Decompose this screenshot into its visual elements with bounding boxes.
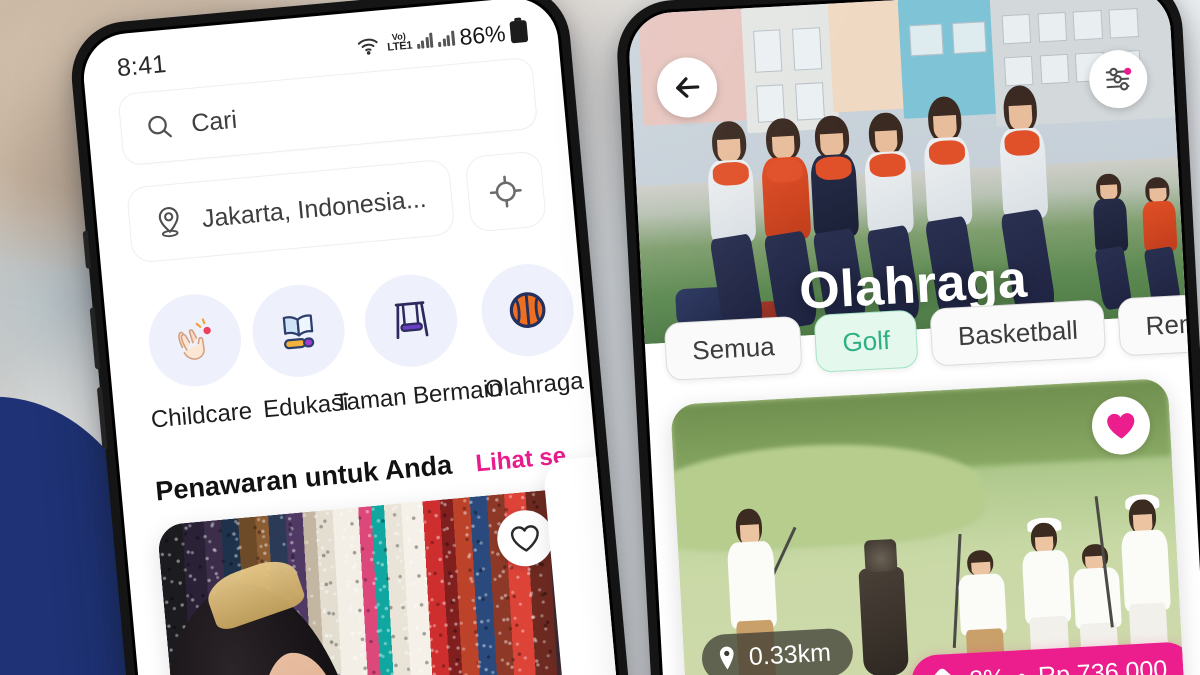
offer-image-child [156,546,438,675]
category-label: Olahraga [483,367,585,404]
category-childcare[interactable]: Childcare [140,290,253,435]
hero-window [1072,10,1104,41]
map-pin-icon [158,207,179,238]
status-time: 8:41 [115,49,168,82]
category-bubble [477,260,578,361]
listing-card[interactable]: 0.33km % 8% • Rp 736.000 [670,377,1188,675]
left-phone-bezel: 8:41 Vo) LTE1 86% Cari Jakarta, Indonesi… [76,0,647,675]
sliders-icon [1105,67,1132,91]
category-list: Childcare Edukasi Taman Bermain Olahraga [136,260,585,435]
hero-window [792,26,823,71]
chip-semua[interactable]: Semua [663,315,804,382]
arrow-left-icon [676,77,700,98]
battery-percent: 86% [458,19,507,50]
volte-indicator: Vo) LTE1 [386,31,413,54]
listing-image: 0.33km % 8% • Rp 736.000 [670,377,1184,675]
location-value: Jakarta, Indonesia... [200,184,428,233]
search-placeholder: Cari [190,105,239,138]
discount-text: 8% [969,664,1007,675]
price-text: Rp 736.000 [1037,654,1168,675]
location-row: Jakarta, Indonesia... [125,150,548,264]
chip-renang[interactable]: Renang [1117,290,1200,357]
signal-bars-sim1 [416,32,434,49]
section-title: Penawaran untuk Anda [154,449,454,507]
open-book-icon [283,314,315,350]
hero-building [740,3,840,134]
hero-window [755,84,786,124]
chip-golf[interactable]: Golf [813,309,919,373]
hero-window [795,81,826,121]
left-phone-content: Cari Jakarta, Indonesia... Childcare Edu… [85,48,644,675]
distance-text: 0.33km [748,638,832,671]
location-input[interactable]: Jakarta, Indonesia... [125,158,456,264]
signal-bars-sim2 [437,30,456,47]
category-label: Taman Bermain [333,374,504,417]
hero-window [908,23,944,57]
category-bubble [144,290,245,391]
search-icon [148,115,172,138]
right-phone-bezel: Olahraga Semua Golf Basketball Renang 0.… [623,0,1200,675]
right-phone-mockup: Olahraga Semua Golf Basketball Renang 0.… [614,0,1200,675]
gps-locate-button[interactable] [464,150,548,233]
chip-basketball[interactable]: Basketball [929,299,1107,367]
map-pin-icon [719,646,734,670]
hero-window [1003,56,1034,87]
distance-badge: 0.33km [700,627,855,675]
hero-window [1108,8,1139,39]
category-bubble [361,270,462,371]
right-phone-screen: Olahraga Semua Golf Basketball Renang 0.… [627,0,1200,675]
screenshot-scene: 8:41 Vo) LTE1 86% Cari Jakarta, Indonesi… [0,0,1200,675]
swing-icon [395,301,429,340]
hero-window [1039,54,1070,85]
battery-icon [509,20,529,44]
ticket-diamond-icon: % [929,668,956,675]
left-phone-mockup: 8:41 Vo) LTE1 86% Cari Jakarta, Indonesi… [67,0,657,675]
golf-bag [858,566,910,675]
heart-outline-icon [510,525,539,552]
wifi-icon [357,38,378,55]
offer-card[interactable]: 9.53km % 20% • Rp 127.200 [156,487,609,675]
category-olahraga[interactable]: Olahraga [474,260,585,404]
crosshair-icon [489,175,522,208]
hero-building [827,0,909,113]
hero-window [752,28,783,73]
basketball-icon [509,292,546,328]
category-bubble [248,280,349,381]
heart-filled-icon [1107,413,1135,439]
hero-window [1001,13,1032,45]
clapping-hands-icon [177,318,211,360]
volte-bottom: LTE1 [386,39,413,54]
hero-window [1037,12,1068,43]
category-label: Childcare [149,397,254,434]
category-taman-bermain[interactable]: Taman Bermain [333,269,503,417]
hero-window [951,21,987,55]
left-phone-screen: 8:41 Vo) LTE1 86% Cari Jakarta, Indonesi… [80,0,644,675]
price-separator: • [1017,663,1027,675]
